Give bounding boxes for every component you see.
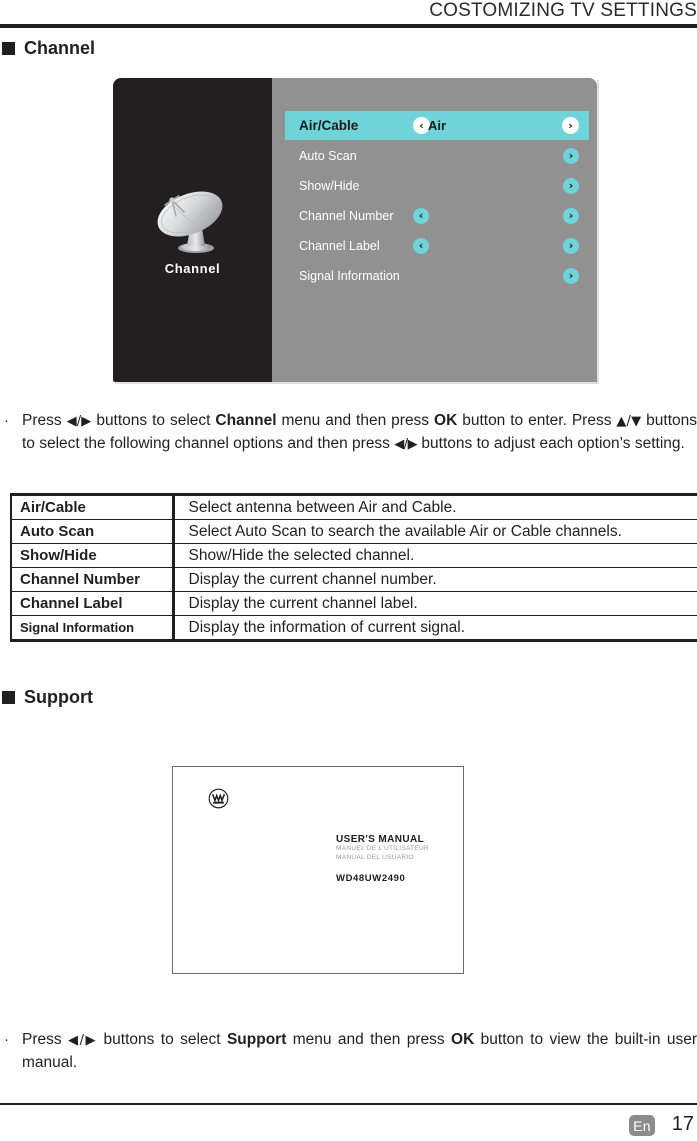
westinghouse-w-logo-icon xyxy=(208,788,229,814)
osd-sidebar-icon-label: Channel xyxy=(164,261,221,276)
osd-menu-item-channel-number[interactable]: Channel Number ‹ › xyxy=(285,201,589,230)
up-down-arrow-icon: ▲/▼ xyxy=(616,414,642,429)
table-cell-term: Show/Hide xyxy=(10,543,175,568)
support-instruction-text: Press ◀/▶ buttons to select Support menu… xyxy=(22,1029,697,1074)
instruction-emphasis-support: Support xyxy=(226,1031,287,1048)
osd-menu-item-signal-information[interactable]: Signal Information › xyxy=(285,261,589,290)
table-row: Channel Label Display the current channe… xyxy=(10,591,697,616)
channel-instruction-text: Press ◀/▶ buttons to select Channel menu… xyxy=(22,410,697,456)
osd-menu-item-label: Channel Number xyxy=(299,208,394,223)
page-number: 17 xyxy=(671,1113,694,1135)
table-cell-term: Air/Cable xyxy=(10,494,175,520)
header-divider xyxy=(0,24,697,28)
instruction-emphasis-ok: OK xyxy=(434,412,458,429)
instruction-fragment: Press xyxy=(22,412,67,429)
table-cell-description: Select Auto Scan to search the available… xyxy=(173,519,697,544)
instruction-fragment: buttons to select xyxy=(91,412,216,429)
list-bullet: · xyxy=(4,1031,9,1048)
chevron-right-icon[interactable]: › xyxy=(563,267,579,284)
osd-menu-list: Air/Cable ‹ Air › Auto Scan › Show/Hide … xyxy=(285,111,589,291)
instruction-fragment: Press xyxy=(22,1031,69,1048)
table-cell-term: Auto Scan xyxy=(10,519,175,544)
table-cell-description: Display the current channel number. xyxy=(173,567,697,592)
chevron-left-icon[interactable]: ‹ xyxy=(413,207,429,224)
footer-divider xyxy=(0,1103,697,1105)
section-label-channel: Channel xyxy=(24,38,96,58)
manual-model-number: WD48UW2490 xyxy=(336,873,406,884)
table-cell-description: Display the information of current signa… xyxy=(173,615,697,641)
osd-menu-item-label: Show/Hide xyxy=(299,178,360,193)
osd-menu-item-channel-label[interactable]: Channel Label ‹ › xyxy=(285,231,589,260)
table-cell-description: Display the current channel label. xyxy=(173,591,697,616)
user-manual-cover-screenshot: USER'S MANUAL MANUEL DE L'UTILISATEUR MA… xyxy=(172,766,464,974)
square-bullet-icon xyxy=(2,690,15,704)
osd-menu-item-show-hide[interactable]: Show/Hide › xyxy=(285,171,589,200)
manual-title-es: MANUAL DEL USUARIO xyxy=(336,853,414,861)
chevron-left-icon[interactable]: ‹ xyxy=(413,237,429,254)
page-header: COSTOMIZING TV SETTINGS xyxy=(0,0,697,28)
osd-menu-item-air-cable[interactable]: Air/Cable ‹ Air › xyxy=(285,111,589,140)
instruction-fragment: menu and then press xyxy=(276,412,435,429)
instruction-fragment: menu and then press xyxy=(286,1031,452,1048)
instruction-fragment: buttons to select xyxy=(97,1031,227,1048)
chevron-right-icon[interactable]: › xyxy=(563,177,579,194)
table-cell-term: Channel Number xyxy=(10,567,175,592)
section-heading-channel: Channel xyxy=(2,39,95,57)
satellite-dish-icon xyxy=(113,186,272,258)
osd-menu-item-auto-scan[interactable]: Auto Scan › xyxy=(285,141,589,170)
instruction-emphasis-ok: OK xyxy=(451,1031,475,1048)
channel-osd-screenshot: Channel Air/Cable ‹ Air › Auto Scan › Sh… xyxy=(113,78,597,382)
table-cell-term: Signal Information xyxy=(10,615,175,641)
table-row: Signal Information Display the informati… xyxy=(10,615,697,641)
table-row: Auto Scan Select Auto Scan to search the… xyxy=(10,519,697,544)
osd-menu-panel: Air/Cable ‹ Air › Auto Scan › Show/Hide … xyxy=(272,78,597,382)
language-badge: En xyxy=(629,1115,655,1136)
table-cell-term: Channel Label xyxy=(10,591,175,616)
chevron-right-icon[interactable]: › xyxy=(563,237,579,254)
table-row: Show/Hide Show/Hide the selected channel… xyxy=(10,543,697,568)
channel-instruction-paragraph: · Press ◀/▶ buttons to select Channel me… xyxy=(4,410,697,456)
list-bullet: · xyxy=(4,412,9,429)
osd-menu-item-value: Air xyxy=(427,118,447,133)
table-cell-description: Select antenna between Air and Cable. xyxy=(173,494,697,520)
manual-cover-text-block: USER'S MANUAL MANUEL DE L'UTILISATEUR MA… xyxy=(336,834,429,884)
table-cell-description: Show/Hide the selected channel. xyxy=(173,543,697,568)
section-label-support: Support xyxy=(24,687,93,707)
osd-menu-item-label: Channel Label xyxy=(299,238,380,253)
manual-title-fr: MANUEL DE L'UTILISATEUR xyxy=(336,845,430,852)
chevron-right-icon[interactable]: › xyxy=(562,117,579,134)
left-right-arrow-icon: ◀/▶ xyxy=(68,1033,98,1048)
osd-menu-item-label: Auto Scan xyxy=(299,148,357,163)
instruction-emphasis-channel: Channel xyxy=(215,412,277,429)
osd-sidebar-icon-group: Channel xyxy=(113,186,272,276)
channel-options-table: Air/Cable Select antenna between Air and… xyxy=(10,493,697,642)
square-bullet-icon xyxy=(2,41,15,55)
osd-sidebar: Channel xyxy=(113,78,272,382)
left-right-arrow-icon: ◀/▶ xyxy=(66,414,92,429)
left-right-arrow-icon: ◀/▶ xyxy=(394,437,418,452)
table-row: Air/Cable Select antenna between Air and… xyxy=(10,494,697,520)
instruction-fragment: button to enter. Press xyxy=(457,412,617,429)
support-instruction-paragraph: · Press ◀/▶ buttons to select Support me… xyxy=(4,1029,697,1074)
chevron-right-icon[interactable]: › xyxy=(563,147,579,164)
table-row: Channel Number Display the current chann… xyxy=(10,567,697,592)
page-title: COSTOMIZING TV SETTINGS xyxy=(429,0,697,21)
osd-menu-item-label: Signal Information xyxy=(299,268,400,283)
section-heading-support: Support xyxy=(2,688,93,706)
manual-title-en: USER'S MANUAL xyxy=(336,834,425,845)
instruction-fragment: buttons to adjust each option’s setting. xyxy=(417,435,685,452)
chevron-right-icon[interactable]: › xyxy=(563,207,579,224)
